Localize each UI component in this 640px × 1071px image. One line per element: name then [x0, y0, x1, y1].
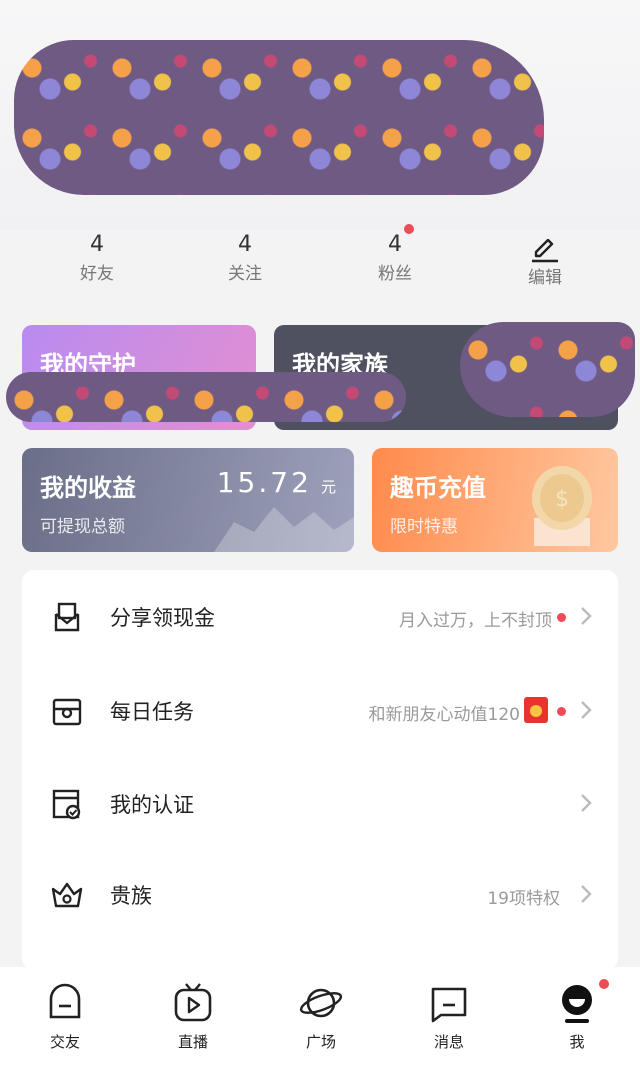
tab-me-notification-dot — [599, 979, 609, 989]
tab-messages-label: 消息 — [433, 1033, 464, 1051]
list-item-certification[interactable]: 我的认证 — [22, 773, 618, 833]
daily-task-hint: 和新朋友心动值120 — [368, 705, 520, 725]
fans-notification-dot — [404, 224, 414, 234]
list-item-nobility[interactable]: 贵族 19项特权 — [22, 864, 618, 924]
red-packet-icon — [524, 697, 548, 723]
coin-recharge-title: 趣币充值 — [390, 474, 486, 502]
tab-friends[interactable]: 交友 — [20, 981, 110, 1052]
chat-face-icon — [49, 983, 81, 1019]
tab-messages[interactable]: 消息 — [404, 981, 494, 1052]
nobility-hint: 19项特权 — [487, 889, 560, 909]
edit-label: 编辑 — [528, 268, 562, 288]
stat-friends[interactable]: 4 好友 — [52, 228, 142, 286]
tab-me[interactable]: 我 — [532, 979, 622, 1052]
my-earnings-card[interactable]: 我的收益 15.72 元 可提现总额 — [22, 448, 354, 552]
daily-task-dot — [557, 707, 566, 716]
crown-icon — [51, 882, 83, 908]
tab-me-label: 我 — [569, 1033, 585, 1051]
list-item-share-cash[interactable]: 分享领现金 月入过万，上不封顶 — [22, 586, 618, 646]
tab-square-label: 广场 — [305, 1033, 336, 1051]
profile-icon — [562, 985, 592, 1023]
coin-recharge-sub: 限时特惠 — [390, 517, 458, 537]
svg-text:$: $ — [555, 487, 569, 512]
tab-live[interactable]: 直播 — [148, 981, 238, 1052]
certificate-icon — [52, 789, 81, 820]
earnings-sub: 可提现总额 — [40, 517, 125, 537]
redacted-card-area — [6, 372, 406, 422]
tab-square[interactable]: 广场 — [276, 981, 366, 1052]
stat-fans[interactable]: 4 粉丝 — [350, 224, 440, 286]
certification-label: 我的认证 — [110, 793, 194, 817]
tv-play-icon — [174, 983, 212, 1022]
redacted-family-area — [460, 322, 635, 417]
redacted-profile-area — [14, 40, 544, 195]
stat-friends-label: 好友 — [80, 264, 114, 284]
chevron-right-icon — [581, 701, 592, 719]
chevron-right-icon — [581, 794, 592, 812]
share-cash-label: 分享领现金 — [110, 606, 215, 630]
coin-icon: $ — [532, 466, 592, 546]
bottom-tab-bar: 交友 直播 广场 消息 我 — [0, 967, 640, 1071]
stat-fans-value: 4 — [388, 232, 402, 257]
my-earnings-title: 我的收益 — [40, 474, 136, 502]
chevron-right-icon — [581, 885, 592, 903]
tab-friends-label: 交友 — [49, 1033, 80, 1051]
stat-friends-value: 4 — [90, 232, 104, 257]
stat-following-label: 关注 — [228, 264, 262, 284]
tab-live-label: 直播 — [177, 1033, 208, 1051]
share-cash-dot — [557, 613, 566, 622]
chevron-right-icon — [581, 607, 592, 625]
coin-recharge-card[interactable]: 趣币充值 限时特惠 $ — [372, 448, 618, 552]
stat-following[interactable]: 4 关注 — [200, 228, 290, 286]
red-packet-seal — [530, 705, 542, 717]
menu-list: 分享领现金 月入过万，上不封顶 每日任务 和新朋友心动值120 我的认证 贵族 … — [22, 570, 618, 970]
planet-icon — [299, 988, 343, 1018]
profile-stats: 4 好友 4 关注 4 粉丝 编辑 — [0, 224, 640, 298]
task-icon — [52, 698, 82, 726]
envelope-icon — [54, 602, 80, 632]
earnings-wave-decoration — [214, 507, 354, 552]
message-icon — [431, 987, 467, 1023]
pencil-icon — [532, 238, 558, 263]
list-item-daily-task[interactable]: 每日任务 和新朋友心动值120 — [22, 680, 618, 740]
nobility-label: 贵族 — [110, 884, 152, 908]
stat-following-value: 4 — [238, 232, 252, 257]
daily-task-label: 每日任务 — [110, 700, 194, 724]
share-cash-hint: 月入过万，上不封顶 — [399, 611, 552, 631]
stat-fans-label: 粉丝 — [378, 264, 412, 284]
edit-profile-button[interactable]: 编辑 — [500, 228, 590, 290]
